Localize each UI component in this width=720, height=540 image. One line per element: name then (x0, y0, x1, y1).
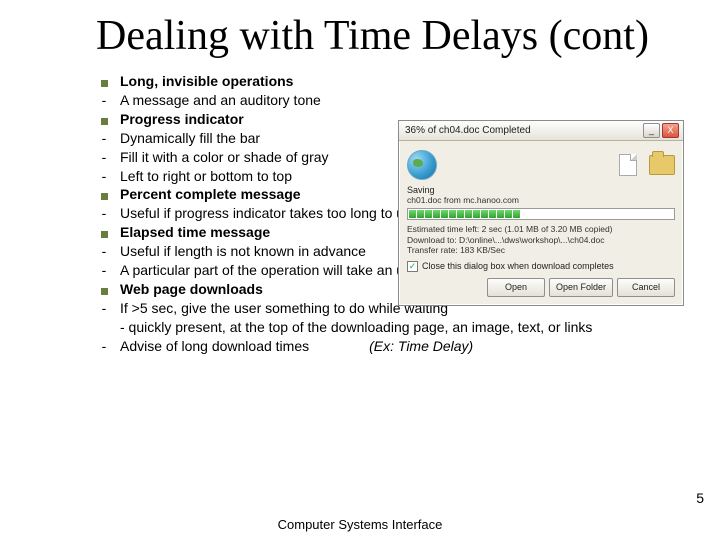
globe-icon (407, 150, 437, 180)
list-item: Long, invisible operations (88, 72, 680, 91)
list-item-text: A message and an auditory tone (120, 91, 680, 110)
slide-title: Dealing with Time Delays (cont) (0, 0, 720, 68)
example-annotation: (Ex: Time Delay) (369, 337, 473, 356)
dash-bullet-icon: - (88, 91, 120, 110)
dash-bullet-icon: - (88, 129, 120, 148)
page-number: 5 (696, 490, 704, 506)
slide: Dealing with Time Delays (cont) 36% of c… (0, 0, 720, 540)
square-bullet-icon (88, 190, 120, 204)
progress-segment (473, 210, 480, 218)
dialog-titlebar: 36% of ch04.doc Completed _ X (399, 121, 683, 141)
open-folder-button[interactable]: Open Folder (549, 278, 613, 297)
cancel-button[interactable]: Cancel (617, 278, 675, 297)
document-icon (619, 154, 637, 176)
download-location: Download to: D:\online\...\dws\workshop\… (407, 235, 675, 246)
progress-segment (497, 210, 504, 218)
progress-segment (457, 210, 464, 218)
dialog-title-text: 36% of ch04.doc Completed (405, 125, 643, 136)
list-item: -A message and an auditory tone (88, 91, 680, 110)
dash-bullet-icon: - (88, 242, 120, 261)
list-item-text: - quickly present, at the top of the dow… (120, 318, 680, 337)
folder-icon (649, 155, 675, 175)
close-button[interactable]: X (662, 123, 679, 138)
progress-segment (417, 210, 424, 218)
dash-bullet-icon: - (88, 148, 120, 167)
dash-bullet-icon: - (88, 204, 120, 223)
progress-segment (425, 210, 432, 218)
progress-segment (513, 210, 520, 218)
estimated-time: Estimated time left: 2 sec (1.01 MB of 3… (407, 224, 675, 235)
dialog-body: Saving ch01.doc from mc.hanoo.com Estima… (399, 141, 683, 305)
dash-bullet-icon: - (88, 261, 120, 280)
dash-bullet-icon: - (88, 337, 120, 356)
list-item-text: Advise of long download times(Ex: Time D… (120, 337, 680, 356)
list-item: - quickly present, at the top of the dow… (88, 318, 680, 337)
saving-label: Saving (407, 185, 675, 195)
progress-segment (441, 210, 448, 218)
download-dialog: 36% of ch04.doc Completed _ X Saving ch0… (398, 120, 684, 306)
progress-segment (433, 210, 440, 218)
minimize-button[interactable]: _ (643, 123, 660, 138)
square-bullet-icon (88, 228, 120, 242)
close-when-done-checkbox[interactable]: ✓ (407, 261, 418, 272)
list-item-text: Long, invisible operations (120, 72, 680, 91)
close-when-done-label: Close this dialog box when download comp… (422, 261, 614, 271)
progress-segment (465, 210, 472, 218)
progress-segment (481, 210, 488, 218)
square-bullet-icon (88, 77, 120, 91)
progress-segment (449, 210, 456, 218)
download-url: ch01.doc from mc.hanoo.com (407, 195, 675, 205)
transfer-rate: Transfer rate: 183 KB/Sec (407, 245, 675, 256)
progress-segment (505, 210, 512, 218)
square-bullet-icon (88, 285, 120, 299)
square-bullet-icon (88, 115, 120, 129)
dash-bullet-icon: - (88, 167, 120, 186)
progress-segment (489, 210, 496, 218)
slide-footer: Computer Systems Interface (0, 517, 720, 532)
open-button[interactable]: Open (487, 278, 545, 297)
dash-bullet-icon: - (88, 299, 120, 318)
progress-segment (409, 210, 416, 218)
progress-bar (407, 208, 675, 220)
list-item: -Advise of long download times(Ex: Time … (88, 337, 680, 356)
